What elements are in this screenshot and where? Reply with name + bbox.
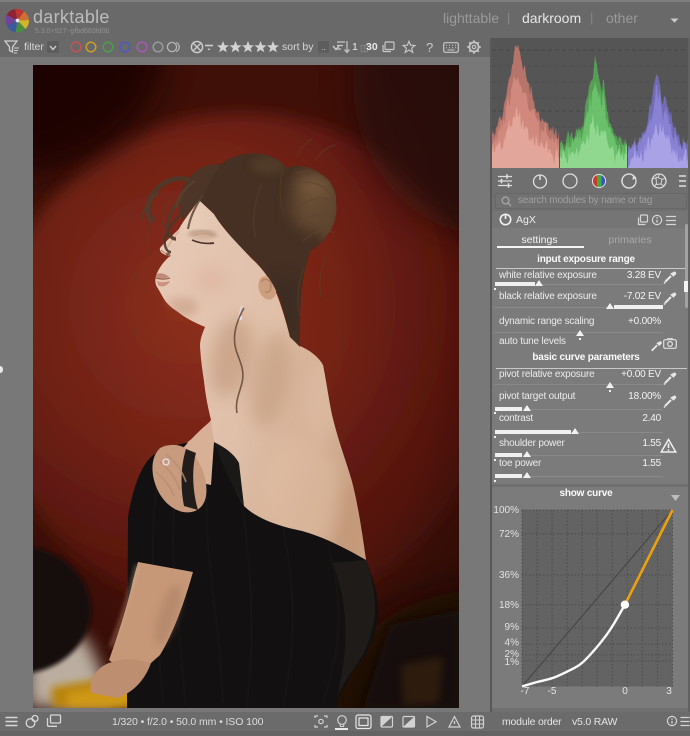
svg-text:-5: -5 <box>548 686 557 697</box>
svg-text:36%: 36% <box>499 570 519 581</box>
svg-text:4%: 4% <box>505 638 520 649</box>
svg-text:18%: 18% <box>499 600 519 611</box>
svg-text:-7: -7 <box>521 686 530 697</box>
svg-text:9%: 9% <box>505 622 520 633</box>
svg-text:100%: 100% <box>493 505 519 516</box>
svg-text:72%: 72% <box>499 529 519 540</box>
svg-text:1%: 1% <box>505 657 520 668</box>
svg-text:3: 3 <box>666 686 672 697</box>
svg-text:0: 0 <box>622 686 628 697</box>
